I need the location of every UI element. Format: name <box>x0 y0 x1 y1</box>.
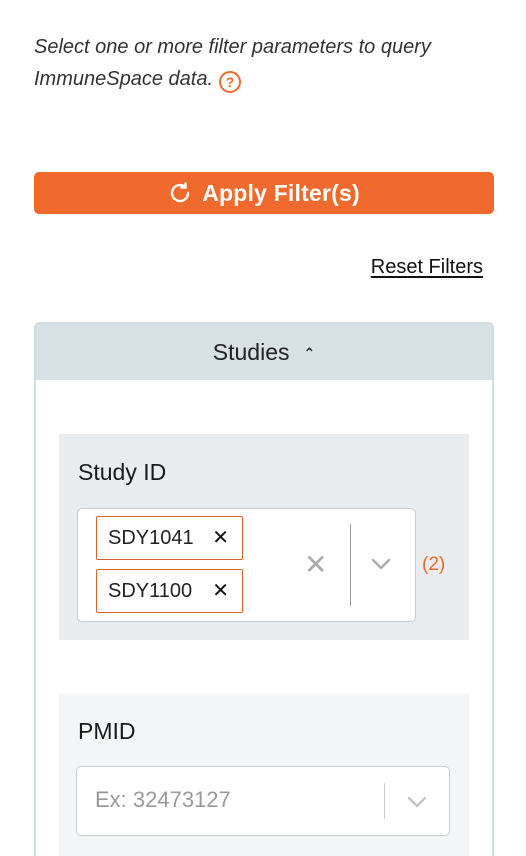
select-divider <box>350 524 351 606</box>
panel-title: Studies <box>212 338 290 365</box>
pmid-input[interactable] <box>95 787 355 813</box>
study-id-select[interactable]: SDY1041 ✕ SDY1100 ✕ ✕ <box>77 508 416 622</box>
intro-text: Select one or more filter parameters to … <box>34 31 504 95</box>
select-divider <box>384 783 385 819</box>
study-id-label: Study ID <box>78 459 167 485</box>
apply-filters-label: Apply Filter(s) <box>202 179 360 206</box>
chip-label: SDY1100 <box>108 579 193 602</box>
apply-filters-button[interactable]: Apply Filter(s) <box>34 172 494 214</box>
reset-filters-link[interactable]: Reset Filters <box>371 256 483 279</box>
question-circle-icon[interactable]: ? <box>219 71 241 93</box>
refresh-icon <box>170 182 190 203</box>
chevron-down-icon[interactable] <box>370 556 392 572</box>
remove-chip-icon[interactable]: ✕ <box>212 580 229 602</box>
selection-count: (2) <box>422 554 446 575</box>
remove-chip-icon[interactable]: ✕ <box>212 527 229 549</box>
chevron-down-icon[interactable] <box>406 795 428 809</box>
chip-label: SDY1041 <box>108 526 194 549</box>
studies-panel: Studies ⌃ Study ID SDY1041 ✕ SDY1100 ✕ ✕… <box>34 322 494 856</box>
study-id-section: Study ID SDY1041 ✕ SDY1100 ✕ ✕ (2) <box>59 434 469 640</box>
pmid-section: PMID <box>59 694 469 856</box>
studies-panel-header[interactable]: Studies ⌃ <box>36 324 492 380</box>
clear-selection-icon[interactable]: ✕ <box>304 551 327 579</box>
chevron-up-icon: ⌃ <box>303 344 316 361</box>
selected-chip: SDY1100 ✕ <box>96 569 243 613</box>
pmid-select[interactable] <box>76 766 450 836</box>
pmid-label: PMID <box>78 718 136 744</box>
selected-chip: SDY1041 ✕ <box>96 516 243 560</box>
